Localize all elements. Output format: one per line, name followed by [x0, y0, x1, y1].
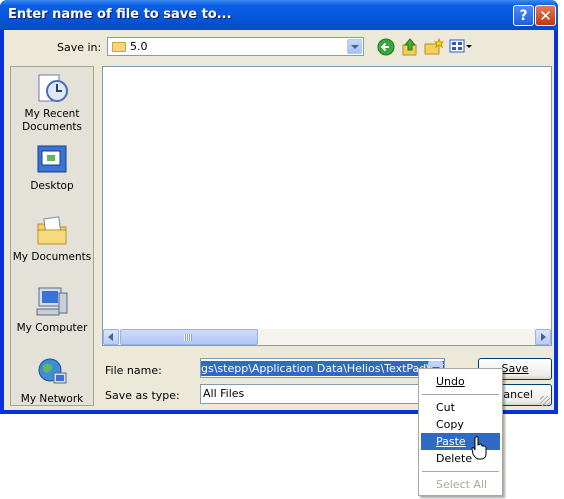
horizontal-scrollbar[interactable]	[103, 329, 551, 345]
resize-grip[interactable]	[540, 396, 550, 406]
menu-separator	[422, 471, 499, 472]
my-documents-icon	[37, 216, 67, 245]
close-button[interactable]: ✕	[535, 5, 556, 26]
save-in-combo[interactable]: 5.0	[107, 37, 364, 56]
menu-item-copy[interactable]: Copy	[421, 416, 500, 433]
view-menu-icon[interactable]	[449, 39, 473, 54]
up-folder-icon[interactable]	[401, 37, 419, 56]
save-as-type-label: Save as type:	[105, 389, 180, 402]
scroll-grip-icon	[184, 334, 192, 341]
menu-item-cut[interactable]: Cut	[421, 399, 500, 416]
save-as-type-value: All Files	[203, 387, 245, 400]
save-as-type-combo[interactable]: All Files	[200, 384, 420, 404]
file-list-view[interactable]	[102, 66, 552, 346]
file-name-value: gs\stepp\Application Data\Helios\TextPad…	[201, 361, 444, 376]
hand-cursor-icon	[471, 436, 487, 460]
menu-item-paste[interactable]: Paste	[421, 433, 500, 450]
my-network-icon	[38, 358, 67, 384]
new-folder-icon[interactable]	[424, 38, 444, 56]
scroll-right-button[interactable]	[535, 329, 551, 345]
places-bar: My Recent Documents Desktop My Documents	[10, 66, 94, 406]
file-name-label: File name:	[105, 364, 162, 377]
place-my-documents[interactable]: My Documents	[11, 214, 93, 264]
menu-item-select-all[interactable]: Select All	[421, 476, 500, 493]
place-my-recent-documents[interactable]: My Recent Documents	[11, 71, 93, 134]
chevron-down-icon[interactable]	[347, 39, 362, 54]
save-dialog-window: Enter name of file to save to... ? ✕ Sav…	[0, 0, 558, 414]
menu-item-undo[interactable]: Undo	[421, 373, 500, 390]
save-in-label: Save in:	[57, 41, 102, 54]
save-in-value: 5.0	[130, 40, 148, 53]
context-menu: Undo Cut Copy Paste Delete Select All	[418, 368, 503, 496]
place-desktop[interactable]: Desktop	[11, 143, 93, 193]
my-computer-icon	[36, 287, 68, 316]
scroll-thumb[interactable]	[120, 329, 258, 345]
file-name-field[interactable]: gs\stepp\Application Data\Helios\TextPad…	[200, 358, 445, 378]
place-my-computer[interactable]: My Computer	[11, 285, 93, 335]
back-arrow-icon[interactable]	[377, 38, 395, 56]
desktop-icon	[37, 145, 67, 173]
window-title: Enter name of file to save to...	[8, 7, 232, 22]
title-bar[interactable]: Enter name of file to save to... ? ✕	[0, 0, 558, 30]
place-my-network[interactable]: My Network	[11, 356, 93, 406]
menu-separator	[422, 394, 499, 395]
folder-icon	[112, 42, 126, 52]
dialog-client-area: Save in: 5.0 My Recent Documents Desktop…	[4, 30, 554, 410]
help-button[interactable]: ?	[513, 5, 534, 26]
scroll-left-button[interactable]	[103, 329, 119, 345]
recent-documents-icon	[38, 74, 68, 102]
menu-item-delete[interactable]: Delete	[421, 450, 500, 467]
